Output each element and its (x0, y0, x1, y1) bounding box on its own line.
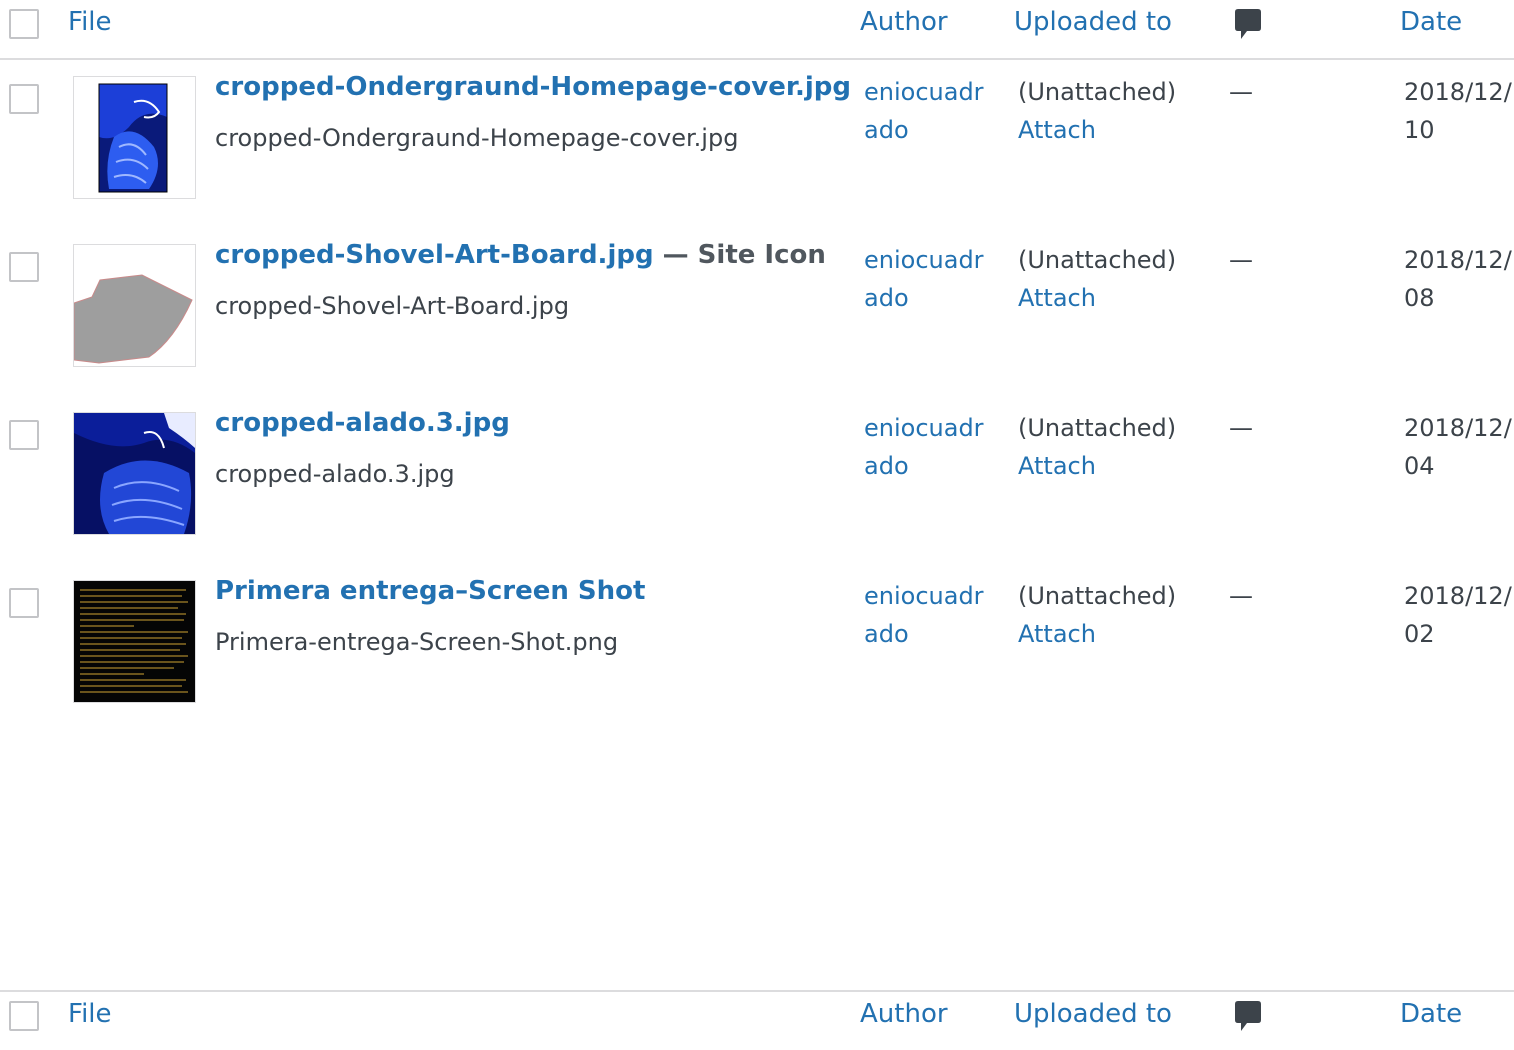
upload-date: 2018/12/08 (1404, 246, 1512, 312)
media-title-link[interactable]: cropped-Ondergraund-Homepage-cover.jpg (215, 72, 851, 102)
media-thumbnail[interactable] (73, 76, 196, 199)
column-date-sort-link[interactable]: Date (1400, 999, 1462, 1029)
table-row: cropped-Ondergraund-Homepage-cover.jpg c… (0, 69, 1514, 237)
attach-link[interactable]: Attach (1018, 279, 1096, 317)
attach-link[interactable]: Attach (1018, 111, 1096, 149)
media-thumbnail[interactable] (73, 580, 196, 703)
comment-bubble-icon[interactable] (1235, 9, 1261, 39)
row-checkbox[interactable] (9, 420, 39, 450)
media-title-line: cropped-Shovel-Art-Board.jpg — Site Icon (215, 240, 826, 270)
select-all-checkbox[interactable] (9, 9, 39, 39)
media-title-line: Primera entrega–Screen Shot (215, 576, 645, 606)
media-title-link[interactable]: cropped-Shovel-Art-Board.jpg (215, 240, 654, 270)
upload-date: 2018/12/02 (1404, 582, 1512, 648)
select-all-checkbox[interactable] (9, 1001, 39, 1031)
media-filename: cropped-Shovel-Art-Board.jpg (215, 292, 570, 320)
uploaded-to-status: (Unattached) (1018, 582, 1177, 610)
column-author-header[interactable]: Author (860, 7, 948, 37)
media-thumbnail[interactable] (73, 244, 196, 367)
media-title-line: cropped-Ondergraund-Homepage-cover.jpg (215, 72, 851, 102)
table-row: cropped-Shovel-Art-Board.jpg — Site Icon… (0, 237, 1514, 405)
column-file-sort-link[interactable]: File (68, 999, 112, 1029)
uploaded-to-status: (Unattached) (1018, 414, 1177, 442)
media-title-link[interactable]: Primera entrega–Screen Shot (215, 576, 645, 606)
column-file-sort-link[interactable]: File (68, 7, 112, 37)
media-title-line: cropped-alado.3.jpg (215, 408, 510, 438)
attach-link[interactable]: Attach (1018, 447, 1096, 485)
column-author-header[interactable]: Author (860, 999, 948, 1029)
row-checkbox[interactable] (9, 84, 39, 114)
comment-count: — (1229, 78, 1253, 106)
table-footer: File Author Uploaded to Date (0, 990, 1514, 1050)
attach-link[interactable]: Attach (1018, 615, 1096, 653)
media-filename: cropped-Ondergraund-Homepage-cover.jpg (215, 124, 739, 152)
author-link[interactable]: eniocuadrado (864, 577, 984, 653)
comment-bubble-icon[interactable] (1235, 1001, 1261, 1031)
media-filename: Primera-entrega-Screen-Shot.png (215, 628, 619, 656)
media-title-link[interactable]: cropped-alado.3.jpg (215, 408, 510, 438)
uploaded-to-status: (Unattached) (1018, 246, 1177, 274)
column-uploaded-to-sort-link[interactable]: Uploaded to (1014, 999, 1172, 1029)
comment-count: — (1229, 582, 1253, 610)
upload-date: 2018/12/10 (1404, 78, 1512, 144)
column-uploaded-to-sort-link[interactable]: Uploaded to (1014, 7, 1172, 37)
upload-date: 2018/12/04 (1404, 414, 1512, 480)
comment-count: — (1229, 414, 1253, 442)
author-link[interactable]: eniocuadrado (864, 409, 984, 485)
table-row: cropped-alado.3.jpg cropped-alado.3.jpg … (0, 405, 1514, 573)
uploaded-to-status: (Unattached) (1018, 78, 1177, 106)
comment-count: — (1229, 246, 1253, 274)
author-link[interactable]: eniocuadrado (864, 241, 984, 317)
table-header: File Author Uploaded to Date (0, 0, 1514, 60)
table-row: Primera entrega–Screen Shot Primera-entr… (0, 573, 1514, 741)
media-thumbnail[interactable] (73, 412, 196, 535)
column-date-sort-link[interactable]: Date (1400, 7, 1462, 37)
media-state-label: — Site Icon (653, 240, 826, 270)
media-filename: cropped-alado.3.jpg (215, 460, 455, 488)
row-checkbox[interactable] (9, 252, 39, 282)
row-checkbox[interactable] (9, 588, 39, 618)
author-link[interactable]: eniocuadrado (864, 73, 984, 149)
